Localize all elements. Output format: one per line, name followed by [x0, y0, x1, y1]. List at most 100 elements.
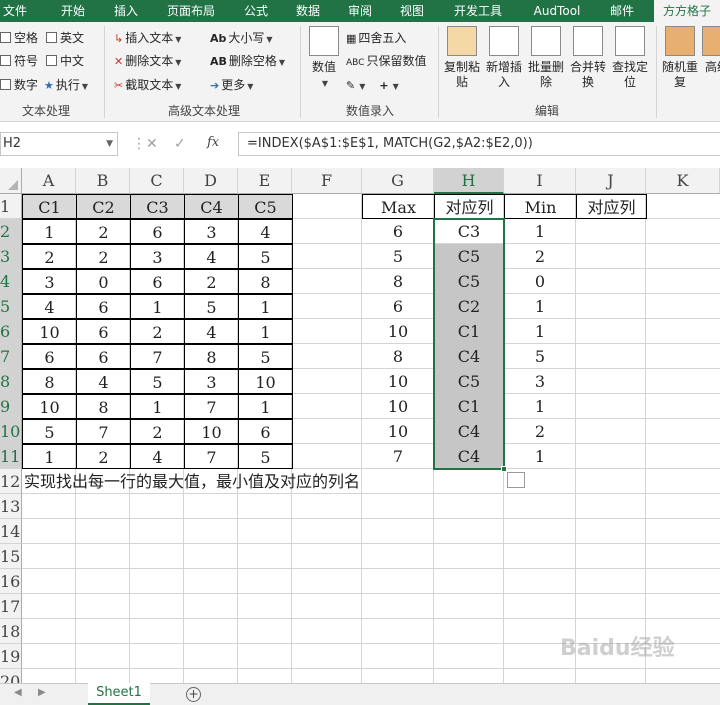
table-cell[interactable]: 2	[130, 419, 185, 444]
random-repeat-button[interactable]: 随机重复	[660, 26, 700, 90]
insert-new-button[interactable]: 新增插入	[484, 26, 524, 90]
checkbox-english[interactable]: 英文	[46, 30, 84, 46]
checkbox-symbol[interactable]: 符号	[0, 53, 38, 69]
table-cell[interactable]: 6	[76, 344, 131, 369]
row-header-17[interactable]: 17	[0, 594, 22, 619]
select-all-corner[interactable]	[0, 168, 22, 194]
row-header-10[interactable]: 10	[0, 419, 22, 444]
insert-function-icon[interactable]: fx	[207, 135, 219, 150]
sheet-tab-sheet1[interactable]: Sheet1	[88, 683, 150, 705]
table-header-cell[interactable]: C4	[184, 194, 239, 219]
col-header-f[interactable]: F	[292, 168, 362, 194]
advanced-button[interactable]: 高级	[702, 26, 720, 75]
tab-page-layout[interactable]: 页面布局	[158, 0, 224, 22]
row-header-8[interactable]: 8	[0, 369, 22, 394]
result-header-cell[interactable]: 对应列	[576, 194, 647, 219]
quick-analysis-icon[interactable]	[507, 472, 525, 488]
delete-text-button[interactable]: ✕ 删除文本 ▼	[114, 53, 181, 71]
col-header-b[interactable]: B	[76, 168, 130, 194]
result-cell[interactable]: 1	[504, 294, 576, 319]
table-cell[interactable]: 1	[22, 444, 77, 469]
table-cell[interactable]: 7	[184, 394, 239, 419]
row-header-15[interactable]: 15	[0, 544, 22, 569]
table-cell[interactable]: 1	[238, 319, 293, 344]
value-tools-button[interactable]: ✎ ▼ + ▼	[346, 77, 399, 95]
next-sheet-icon[interactable]: ▶	[38, 687, 46, 698]
table-cell[interactable]: 5	[22, 419, 77, 444]
tab-fangfang[interactable]: 方方格子	[654, 0, 720, 22]
table-cell[interactable]: 8	[76, 394, 131, 419]
round-button[interactable]: ▦ 四舍五入	[346, 30, 406, 47]
table-cell[interactable]: 5	[130, 369, 185, 394]
add-sheet-icon[interactable]: +	[186, 687, 201, 702]
insert-text-button[interactable]: ↳ 插入文本 ▼	[114, 30, 181, 48]
col-header-g[interactable]: G	[362, 168, 434, 194]
row-header-18[interactable]: 18	[0, 619, 22, 644]
checkbox-chinese[interactable]: 中文	[46, 53, 84, 69]
table-cell[interactable]: 4	[130, 444, 185, 469]
table-cell[interactable]: 7	[76, 419, 131, 444]
table-cell[interactable]: 2	[76, 244, 131, 269]
table-cell[interactable]: 4	[22, 294, 77, 319]
execute-button[interactable]: ★ 执行 ▼	[44, 77, 88, 95]
result-cell[interactable]: 1	[504, 319, 576, 344]
table-header-cell[interactable]: C2	[76, 194, 131, 219]
col-header-d[interactable]: D	[184, 168, 238, 194]
row-header-5[interactable]: 5	[0, 294, 22, 319]
table-cell[interactable]: 2	[76, 219, 131, 244]
row-header-20[interactable]: 20	[0, 669, 22, 683]
spreadsheet-grid[interactable]: A B C D E F G H I J K 1 2 3 4 5 6 7 8 9 10 11 12 13 1…	[0, 168, 720, 683]
row-header-1[interactable]: 1	[0, 194, 22, 219]
result-cell[interactable]: 5	[362, 244, 434, 269]
table-cell[interactable]: 6	[76, 294, 131, 319]
row-header-4[interactable]: 4	[0, 269, 22, 294]
table-cell[interactable]: 6	[130, 219, 185, 244]
row-header-16[interactable]: 16	[0, 569, 22, 594]
table-cell[interactable]: 2	[22, 244, 77, 269]
tab-home[interactable]: 开始	[52, 0, 94, 22]
table-cell[interactable]: 6	[238, 419, 293, 444]
table-cell[interactable]: 3	[22, 269, 77, 294]
table-cell[interactable]: 3	[184, 219, 239, 244]
table-cell[interactable]: 1	[130, 394, 185, 419]
table-cell[interactable]: 8	[184, 344, 239, 369]
table-header-cell[interactable]: C5	[238, 194, 293, 219]
table-cell[interactable]: 6	[130, 269, 185, 294]
row-header-14[interactable]: 14	[0, 519, 22, 544]
tab-developer[interactable]: 开发工具	[446, 0, 510, 22]
table-cell[interactable]: 4	[76, 369, 131, 394]
table-cell[interactable]: 10	[22, 319, 77, 344]
tab-review[interactable]: 审阅	[340, 0, 380, 22]
result-cell[interactable]: 1	[504, 394, 576, 419]
more-button[interactable]: ➔ 更多 ▼	[210, 77, 253, 95]
table-cell[interactable]: 0	[76, 269, 131, 294]
result-cell[interactable]: 5	[504, 344, 576, 369]
table-cell[interactable]: 4	[184, 244, 239, 269]
table-cell[interactable]: 2	[130, 319, 185, 344]
tab-formulas[interactable]: 公式	[236, 0, 276, 22]
col-header-c[interactable]: C	[130, 168, 184, 194]
prev-sheet-icon[interactable]: ◀	[14, 687, 22, 698]
name-box[interactable]: H2 ▼	[0, 132, 118, 156]
result-cell[interactable]: 10	[362, 319, 434, 344]
table-cell[interactable]: 1	[130, 294, 185, 319]
result-header-cell[interactable]: Max	[362, 194, 435, 219]
table-cell[interactable]: 10	[184, 419, 239, 444]
case-button[interactable]: Ab 大小写 ▼	[210, 30, 273, 48]
tab-file[interactable]: 文件	[0, 0, 30, 22]
table-cell[interactable]: 4	[238, 219, 293, 244]
col-header-k[interactable]: K	[646, 168, 720, 194]
value-button[interactable]: 数值 ▼	[306, 26, 342, 91]
table-cell[interactable]: 8	[22, 369, 77, 394]
cancel-icon[interactable]: ✕	[146, 136, 158, 152]
row-header-19[interactable]: 19	[0, 644, 22, 669]
keep-value-button[interactable]: ABC 只保留数值	[346, 53, 426, 71]
result-cell[interactable]: 2	[504, 419, 576, 444]
result-cell[interactable]: 6	[362, 294, 434, 319]
table-header-cell[interactable]: C1	[22, 194, 77, 219]
col-header-i[interactable]: I	[504, 168, 576, 194]
row-header-12[interactable]: 12	[0, 469, 22, 494]
result-header-cell[interactable]: 对应列	[434, 194, 505, 219]
result-cell[interactable]: 3	[504, 369, 576, 394]
checkbox-space[interactable]: 空格	[0, 30, 38, 46]
